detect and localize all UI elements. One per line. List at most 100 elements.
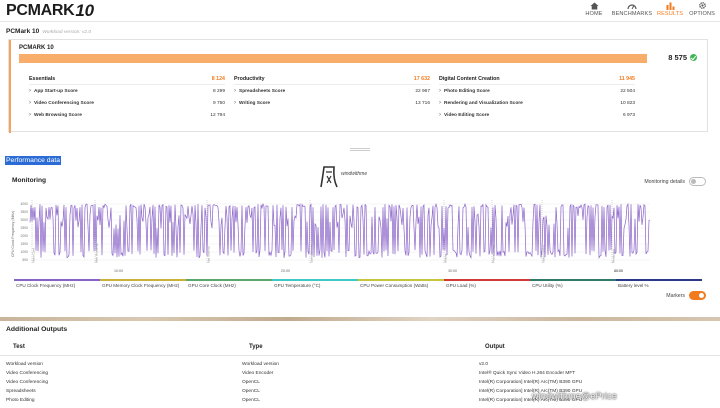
y-tick-label: 2000 <box>20 234 28 238</box>
nav-results[interactable]: RESULTS <box>654 0 686 22</box>
monitoring-title: Monitoring <box>12 177 47 184</box>
section-divider <box>0 317 720 321</box>
subscore-value: 8 299 <box>212 88 225 94</box>
table-row: Video Conferencing OpenCL Intel(R) Corpora… <box>0 379 720 388</box>
subscore-row[interactable]: › Writing Score 13 716 <box>234 97 430 109</box>
legend-item[interactable]: CPU Clock Frequency (MHz) <box>14 279 100 291</box>
watermark-logo: windwithme <box>318 165 384 189</box>
group-name: Productivity <box>234 75 265 82</box>
check-icon <box>690 54 697 61</box>
additional-outputs-title: Additional Outputs <box>6 326 68 333</box>
legend-item[interactable]: GPU Core Clock (MHz) <box>186 279 272 291</box>
cell-test: Video Conferencing <box>6 371 49 376</box>
subscore-name: Photo Editing Score <box>444 88 490 94</box>
legend-item[interactable]: GPU Temperature (°C) <box>272 279 358 291</box>
x-tick-label: 30:00 <box>448 269 457 273</box>
collapse-handle[interactable] <box>350 148 370 151</box>
nav-options-label: OPTIONS <box>689 11 715 17</box>
x-tick-label: 20:00 <box>614 269 623 273</box>
nav-home[interactable]: HOME <box>578 0 610 22</box>
monitoring-details: Monitoring details <box>644 177 706 186</box>
nav-benchmarks[interactable]: BENCHMARKS <box>610 0 654 22</box>
subscore-name: Spreadsheets Score <box>239 88 286 94</box>
cell-output: Intel(R) Corporation] Intel(R) Arc(TM) B… <box>479 380 583 385</box>
performance-data-title: Performance data <box>5 156 62 165</box>
subscore-name: App Start-up Score <box>34 88 78 94</box>
subscore-name: Writing Score <box>239 100 271 106</box>
chevron-right-icon: › <box>234 100 236 106</box>
subscore-row[interactable]: › Photo Editing Score 22 504 <box>439 85 635 97</box>
monitoring-details-toggle[interactable] <box>689 177 706 186</box>
subscore-row[interactable]: › Video Editing Score 6 973 <box>439 109 635 121</box>
legend-item[interactable]: GPU Load (%) <box>444 279 530 291</box>
score-card: PCMARK 10 8 575 Essentials 8 124 › App St… <box>8 39 708 133</box>
group-essentials: Essentials 8 124 › App Start-up Score 8 29… <box>29 73 225 121</box>
chevron-right-icon: › <box>29 112 31 118</box>
group-productivity: Productivity 17 632 › Spreadsheets Score 2… <box>234 73 430 109</box>
subscore-value: 22 967 <box>415 88 430 94</box>
markers-toggle[interactable] <box>689 291 706 300</box>
bar-chart-icon <box>664 1 676 10</box>
group-digital-content-creation: Digital Content Creation 11 945 › Photo E… <box>439 73 635 121</box>
cell-type: Workload version <box>242 362 279 367</box>
column-test: Test <box>13 344 25 350</box>
legend-item[interactable]: CPU Utility (%) <box>530 279 616 291</box>
chart-legend: CPU Clock Frequency (MHz) GPU Memory Cloc… <box>14 279 708 291</box>
y-tick-label: 3500 <box>20 210 28 214</box>
total-score-value: 8 575 <box>668 53 687 62</box>
logo-number: 10 <box>75 1 94 20</box>
subscore-name: Video Editing Score <box>444 112 490 118</box>
subscore-row[interactable]: › Video Conferencing Score 9 750 <box>29 97 225 109</box>
watermark-text: windwithme <box>341 171 368 177</box>
x-tick-label: 20:00 <box>281 269 290 273</box>
subscore-row[interactable]: › Spreadsheets Score 22 967 <box>234 85 430 97</box>
subscore-name: Web Browsing Score <box>34 112 82 118</box>
y-tick-label: 500 <box>22 258 28 262</box>
chevron-right-icon: › <box>234 88 236 94</box>
marker-label: Video Conf. <box>32 247 36 263</box>
legend-item[interactable]: Battery level % <box>616 279 702 291</box>
cell-output: Intel® Quick Sync Video H.264 Encoder MF… <box>479 371 576 376</box>
logo-text: PCMARK <box>6 2 75 19</box>
y-tick-label: 3000 <box>20 218 28 222</box>
subscore-row[interactable]: › App Start-up Score 8 299 <box>29 85 225 97</box>
pcmark-window: PCMARK 10 HOME BENCHMARKS RESULTS OPTION… <box>0 0 720 408</box>
x-tick-label: 10:00 <box>114 269 123 273</box>
legend-item[interactable]: CPU Power Consumption (Watts) <box>358 279 444 291</box>
group-score: 17 632 <box>413 75 430 82</box>
markers-label: Markers <box>666 292 685 299</box>
subscore-row[interactable]: › Web Browsing Score 12 794 <box>29 109 225 121</box>
subscore-value: 12 794 <box>210 112 225 118</box>
nav-benchmarks-label: BENCHMARKS <box>611 11 653 17</box>
group-name: Essentials <box>29 75 56 82</box>
y-axis-label: CPU Clock Frequency (MHz) <box>11 211 15 257</box>
group-name: Digital Content Creation <box>439 75 500 82</box>
column-type: Type <box>249 344 263 350</box>
subscore-value: 9 750 <box>212 100 225 106</box>
subscore-name: Video Conferencing Score <box>34 100 94 106</box>
workload-version: Workload version: v2.0 <box>42 30 92 35</box>
cell-output: v2.0 <box>479 362 489 367</box>
column-output: Output <box>485 344 505 350</box>
cell-test: Spreadsheets <box>6 389 36 394</box>
gear-icon <box>696 1 708 10</box>
cell-test: Photo Editing <box>6 398 35 403</box>
home-icon <box>588 1 600 10</box>
result-header: PCMark 10 Workload version: v2.0 <box>6 28 91 35</box>
nav-home-label: HOME <box>585 11 603 17</box>
top-bar: PCMARK 10 HOME BENCHMARKS RESULTS OPTION… <box>0 0 720 22</box>
legend-item[interactable]: GPU Memory Clock Frequency (MHz) <box>100 279 186 291</box>
subscore-row[interactable]: › Rendering and Visualization Score 10 823 <box>439 97 635 109</box>
y-tick-label: 1500 <box>20 242 28 246</box>
cell-type: Video Encoder <box>242 371 274 376</box>
nav-options[interactable]: OPTIONS <box>686 0 718 22</box>
subscore-value: 6 973 <box>622 112 635 118</box>
card-title: PCMARK 10 <box>19 45 54 51</box>
subscore-value: 13 716 <box>415 100 430 106</box>
cell-type: OpenCL <box>242 389 260 394</box>
subscore-value: 10 823 <box>620 100 635 106</box>
y-tick-label: 4000 <box>20 202 28 206</box>
speedometer-icon <box>626 1 638 10</box>
chevron-right-icon: › <box>439 100 441 106</box>
footer-watermark: windwithme@ePrice <box>532 391 618 401</box>
